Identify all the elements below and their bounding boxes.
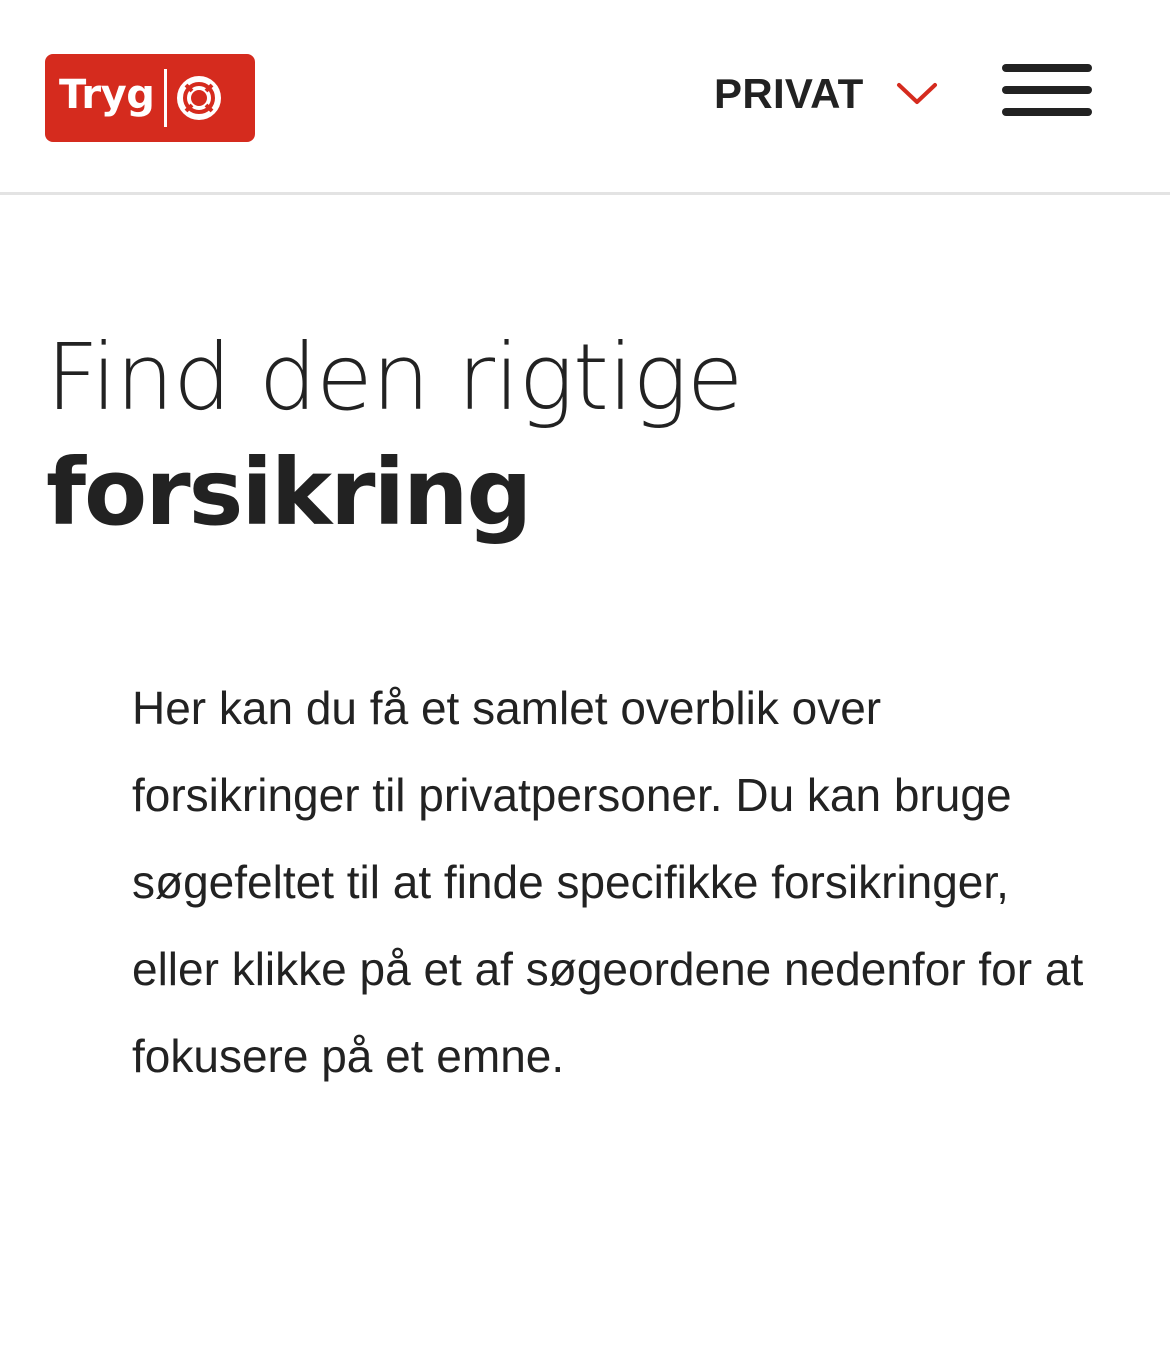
- segment-selector[interactable]: PRIVAT: [714, 62, 938, 126]
- logo-divider: [164, 69, 168, 127]
- menu-bar-bottom: [1002, 108, 1092, 116]
- intro-paragraph: Her kan du få et samlet overblik over fo…: [132, 682, 1084, 1082]
- menu-bar-middle: [1002, 86, 1092, 94]
- site-header: Tryg PRIVAT: [0, 0, 1170, 195]
- tryg-logo[interactable]: Tryg: [45, 54, 255, 142]
- lifebuoy-icon: [177, 76, 222, 120]
- hamburger-menu-button[interactable]: [1000, 60, 1092, 122]
- page-title-line1: Find den rigtige: [46, 324, 743, 431]
- page-title: Find den rigtige forsikring: [46, 320, 743, 550]
- logo-text: Tryg: [59, 72, 155, 118]
- page: Tryg PRIVAT Find den rigtige forsikring …: [0, 0, 1170, 1365]
- segment-label: PRIVAT: [714, 70, 864, 117]
- page-title-line2: forsikring: [46, 439, 532, 546]
- menu-bar-top: [1002, 64, 1092, 72]
- chevron-down-icon: [896, 83, 937, 104]
